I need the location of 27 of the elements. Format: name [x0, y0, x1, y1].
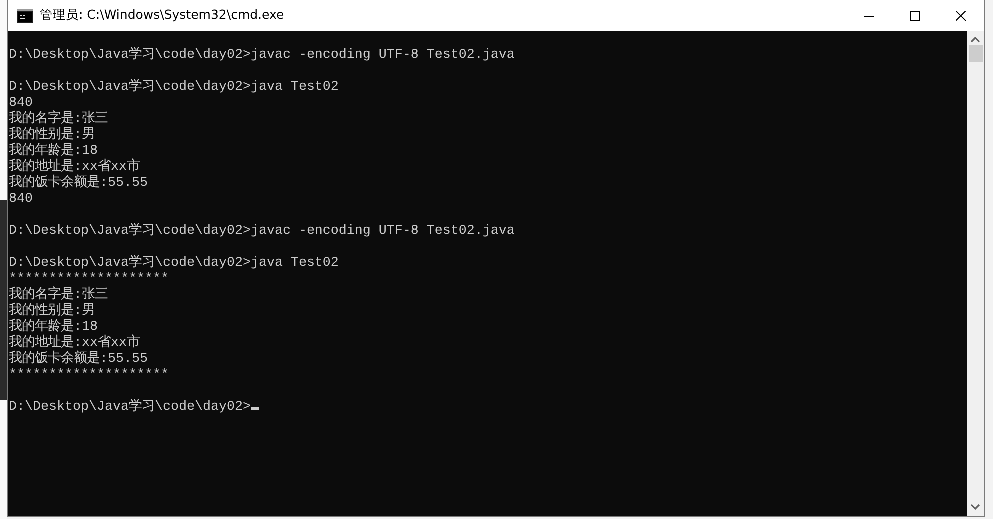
console-line: D:\Desktop\Java学习\code\day02>: [9, 400, 251, 416]
console-line: D:\Desktop\Java学习\code\day02>java Test02: [9, 256, 339, 272]
console-line: D:\Desktop\Java学习\code\day02>java Test02: [9, 80, 339, 96]
console-line: 840: [9, 192, 33, 208]
console-line: 我的名字是:张三: [9, 288, 108, 303]
console-line: 我的年龄是:18: [9, 320, 98, 335]
scroll-thumb[interactable]: [968, 45, 982, 62]
console-line: 840: [9, 96, 33, 111]
scroll-up-icon[interactable]: [971, 37, 980, 43]
console-line: 我的地址是:xx省xx市: [9, 336, 140, 351]
console-line: 我的性别是:男: [9, 128, 95, 143]
console-line: D:\Desktop\Java学习\code\day02>javac -encoding UTF-8 Test02.java: [9, 48, 515, 64]
console-line: 我的性别是:男: [9, 304, 95, 319]
console-line: D:\Desktop\Java学习\code\day02>javac -encoding UTF-8 Test02.java: [9, 224, 515, 240]
console-icon: [17, 8, 33, 22]
console-line: 我的年龄是:18: [9, 144, 98, 159]
console-line: 我的地址是:xx省xx市: [9, 160, 140, 175]
console-line: ********************: [9, 368, 169, 384]
window-title: 管理员: C:\Windows\System32\cmd.exe: [40, 7, 284, 24]
console-line: 我的饭卡余额是:55.55: [9, 352, 148, 368]
console-line: 我的名字是:张三: [9, 112, 108, 127]
scroll-down-icon[interactable]: [971, 504, 980, 510]
console-line: 我的饭卡余额是:55.55: [9, 176, 148, 192]
scrollbar[interactable]: [967, 31, 984, 516]
close-icon: [956, 10, 966, 20]
console-line: ********************: [9, 272, 169, 287]
maximize-icon: [910, 10, 920, 20]
